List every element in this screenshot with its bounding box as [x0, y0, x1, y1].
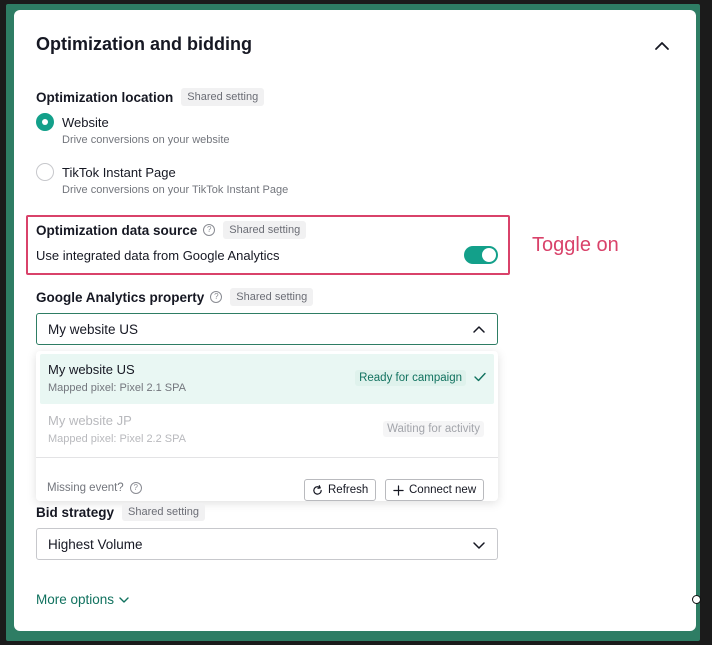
more-options-label: More options — [36, 592, 115, 607]
refresh-icon — [313, 484, 322, 495]
more-options-link[interactable]: More options — [36, 592, 130, 607]
chevron-up-icon — [473, 326, 485, 333]
status-badge: Waiting for activity — [383, 421, 484, 437]
refresh-label: Refresh — [328, 484, 369, 496]
check-icon — [474, 372, 486, 382]
optimization-panel: Optimization and bidding Optimization lo… — [14, 10, 696, 631]
chevron-up-icon[interactable] — [652, 36, 672, 56]
item-pixel: Mapped pixel: Pixel 2.1 SPA — [48, 382, 186, 394]
missing-event: Missing event? ? — [47, 482, 142, 494]
annotation-label: Toggle on — [532, 234, 619, 256]
item-name: My website US — [48, 362, 135, 377]
ga-property-dropdown: My website US Mapped pixel: Pixel 2.1 SP… — [36, 351, 498, 501]
bid-strategy-header: Bid strategy Shared setting — [36, 503, 205, 521]
divider — [36, 457, 498, 458]
dropdown-item-website-jp: My website JP Mapped pixel: Pixel 2.2 SP… — [40, 405, 494, 455]
missing-event-text: Missing event? — [47, 482, 124, 494]
ga-property-select[interactable]: My website US — [36, 313, 498, 345]
item-pixel: Mapped pixel: Pixel 2.2 SPA — [48, 433, 186, 445]
chevron-down-icon — [119, 596, 129, 603]
dropdown-item-website-us[interactable]: My website US Mapped pixel: Pixel 2.1 SP… — [40, 354, 494, 404]
bid-strategy-shared-badge: Shared setting — [122, 503, 205, 521]
location-header: Optimization location Shared setting — [36, 88, 265, 106]
radio-tiktok-instant-page[interactable] — [36, 163, 54, 181]
status-badge: Ready for campaign — [355, 370, 466, 386]
bid-strategy-select[interactable]: Highest Volume — [36, 528, 498, 560]
data-source-label: Optimization data source — [36, 222, 198, 238]
help-icon[interactable]: ? — [129, 482, 142, 494]
connect-new-label: Connect new — [409, 484, 477, 496]
bid-strategy-selected: Highest Volume — [48, 537, 143, 552]
plus-icon — [393, 484, 404, 496]
ga-property-selected: My website US — [48, 322, 139, 337]
ga-property-header: Google Analytics property ? Shared setti… — [36, 288, 314, 306]
ga-property-label: Google Analytics property — [36, 289, 205, 305]
help-icon[interactable]: ? — [203, 224, 216, 236]
toggle-knob — [482, 248, 496, 262]
option-tiktok-desc: Drive conversions on your TikTok Instant… — [62, 184, 289, 196]
refresh-button[interactable]: Refresh — [304, 479, 377, 501]
data-source-header: Optimization data source ? Shared settin… — [36, 221, 307, 239]
toggle-description: Use integrated data from Google Analytic… — [36, 248, 280, 263]
option-tiktok-title[interactable]: TikTok Instant Page — [62, 165, 176, 180]
item-name: My website JP — [48, 413, 132, 428]
ga-property-shared-badge: Shared setting — [230, 288, 314, 306]
bid-strategy-label: Bid strategy — [36, 504, 115, 520]
location-shared-badge: Shared setting — [181, 88, 265, 106]
google-analytics-toggle[interactable] — [464, 246, 498, 264]
chevron-down-icon — [473, 542, 485, 549]
panel-title: Optimization and bidding — [36, 34, 252, 54]
option-website-title[interactable]: Website — [62, 115, 109, 130]
help-icon[interactable]: ? — [210, 291, 223, 303]
radio-website[interactable] — [36, 113, 54, 131]
option-website-desc: Drive conversions on your website — [62, 134, 230, 146]
location-label: Optimization location — [36, 89, 174, 105]
data-source-shared-badge: Shared setting — [223, 221, 307, 239]
connect-new-button[interactable]: Connect new — [385, 479, 485, 501]
resize-handle[interactable] — [692, 595, 701, 604]
